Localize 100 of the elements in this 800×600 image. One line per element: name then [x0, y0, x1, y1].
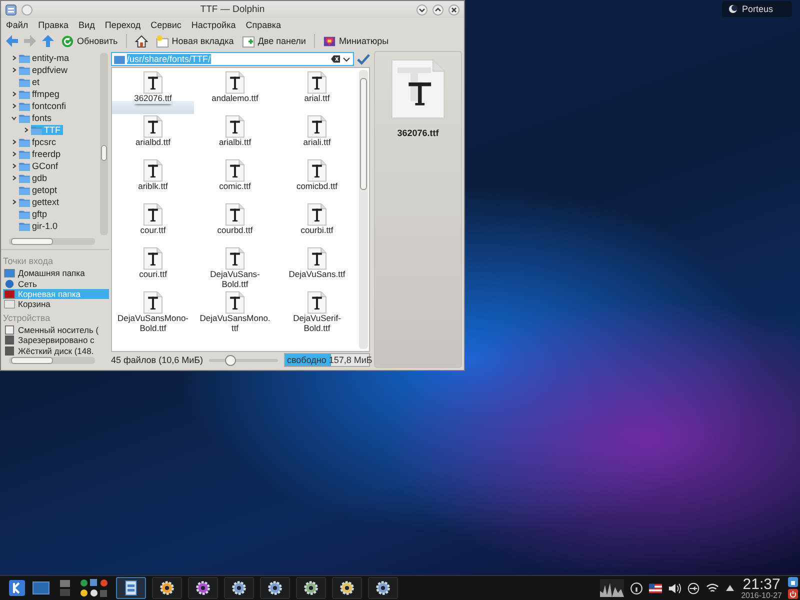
folder-icon [19, 210, 30, 218]
show-desktop-icon[interactable] [32, 579, 50, 597]
folder-tree-item[interactable]: getopt [19, 185, 60, 195]
file-item[interactable]: ariali.ttf [276, 115, 358, 158]
clear-icon[interactable] [331, 55, 340, 63]
folder-tree-item[interactable]: entity-ma [19, 53, 72, 63]
gear-icon [339, 580, 355, 596]
task-button[interactable] [152, 577, 182, 599]
folder-tree-item[interactable]: gdb [19, 173, 50, 183]
home-icon [134, 34, 148, 48]
dropdown-caret-icon[interactable] [342, 55, 351, 63]
font-file-icon [307, 291, 327, 314]
checkmark-icon[interactable] [357, 52, 370, 66]
folder-tree-item[interactable]: fonts [19, 113, 54, 123]
task-button[interactable] [296, 577, 326, 599]
file-item[interactable]: DejaVuSerif-Bold.ttf [276, 291, 358, 334]
toolbar-button[interactable] [132, 34, 150, 48]
folder-tree-item[interactable]: gettext [19, 197, 62, 207]
file-item[interactable]: arialbd.ttf [112, 115, 194, 158]
expand-tray-icon[interactable] [725, 583, 736, 593]
menu-item[interactable]: Настройка [190, 20, 237, 30]
menu-item[interactable]: Справка [244, 20, 282, 30]
task-button[interactable] [368, 577, 398, 599]
scrollbar[interactable] [359, 70, 368, 349]
desktop-widget[interactable]: Porteus [722, 1, 792, 17]
menu-item[interactable]: Сервис [150, 20, 182, 30]
font-file-icon [225, 247, 245, 270]
file-item[interactable]: DejaVuSansMono-Bold.ttf [112, 291, 194, 334]
toolbar-button[interactable]: Новая вкладка [154, 34, 236, 48]
scrollbar[interactable] [9, 357, 95, 364]
folder-tree-item[interactable]: GConf [19, 161, 60, 171]
globe-icon [4, 278, 15, 289]
reload-icon [61, 34, 74, 48]
toolbar-button[interactable]: Обновить [59, 34, 120, 48]
file-manager-icon [123, 580, 139, 596]
places-item[interactable]: Домашняя папка [3, 268, 109, 278]
scrollbar[interactable] [100, 53, 108, 235]
places-item[interactable]: Корзина [3, 299, 109, 310]
folder-icon [19, 138, 30, 146]
task-button[interactable] [116, 577, 146, 599]
file-item[interactable]: couri.ttf [112, 247, 194, 290]
file-item[interactable]: DejaVuSans-Bold.ttf [194, 247, 276, 290]
clock[interactable]: 21:37 2016-10-27 [741, 576, 782, 600]
file-item[interactable]: arialbi.ttf [194, 115, 276, 158]
file-item[interactable]: ariblk.ttf [112, 159, 194, 202]
folder-tree-item[interactable]: epdfview [19, 65, 70, 75]
folder-icon [4, 289, 15, 300]
split-view-icon [242, 34, 255, 48]
folder-icon [31, 126, 42, 134]
device-item[interactable]: Жёсткий диск (148. [3, 346, 109, 356]
power-icon[interactable] [788, 589, 798, 599]
menu-item[interactable]: Файл [5, 20, 30, 30]
menu-item[interactable]: Правка [37, 20, 70, 30]
folder-tree-item[interactable]: gir-1.0 [19, 221, 60, 231]
flag-icon[interactable] [649, 582, 662, 594]
task-button[interactable] [188, 577, 218, 599]
maximize-icon[interactable] [432, 4, 444, 16]
file-item[interactable]: DejaVuSansMono.ttf [194, 291, 276, 334]
folder-tree-item[interactable]: ffmpeg [19, 89, 62, 99]
font-file-icon [307, 71, 327, 94]
volume-icon[interactable] [668, 582, 682, 594]
task-button[interactable] [260, 577, 290, 599]
toolbar-button[interactable]: Две панели [240, 34, 308, 48]
folder-tree-item[interactable]: et [19, 77, 42, 87]
folder-tree-item[interactable]: fpcsrc [19, 137, 58, 147]
font-file-icon [225, 71, 245, 94]
file-item[interactable]: DejaVuSans.ttf [276, 247, 358, 290]
folder-tree-item[interactable]: fontconfi [19, 101, 68, 111]
device-item[interactable]: Сменный носитель ( [3, 324, 109, 336]
file-item[interactable]: cour.ttf [112, 203, 194, 246]
file-item[interactable]: arial.ttf [276, 71, 358, 114]
menu-item[interactable]: Переход [104, 20, 142, 30]
places-item[interactable]: Сеть [3, 278, 109, 289]
device-item[interactable]: Зарезервировано с [3, 335, 109, 346]
app-menu-icon[interactable] [5, 4, 17, 16]
usb-icon[interactable] [687, 582, 700, 594]
file-item[interactable]: andalemo.ttf [194, 71, 276, 114]
scrollbar[interactable] [9, 238, 95, 245]
quick-launch-icons[interactable] [80, 578, 110, 598]
selected-file-name: 362076.ttf [397, 128, 439, 138]
folder-tree-item[interactable]: freerdp [19, 149, 63, 159]
file-item[interactable]: courbd.ttf [194, 203, 276, 246]
info-icon[interactable] [630, 582, 644, 594]
minimize-icon[interactable] [416, 4, 428, 16]
font-file-icon [307, 115, 327, 138]
file-item[interactable]: comic.ttf [194, 159, 276, 202]
toolbar-button[interactable]: Миниатюры [320, 34, 391, 48]
close-icon[interactable] [448, 4, 460, 16]
file-item[interactable]: comicbd.ttf [276, 159, 358, 202]
folder-icon [19, 114, 30, 122]
section-heading: Точки входа [3, 255, 54, 268]
file-item[interactable]: courbi.ttf [276, 203, 358, 246]
menu-item[interactable]: Вид [78, 20, 96, 30]
wifi-icon[interactable] [706, 582, 720, 594]
task-button[interactable] [332, 577, 362, 599]
launcher-icon[interactable] [8, 579, 26, 597]
font-file-icon [143, 247, 163, 270]
folder-tree-item[interactable]: gftp [19, 209, 50, 219]
file-item[interactable]: 362076.ttf [112, 71, 194, 114]
task-button[interactable] [224, 577, 254, 599]
